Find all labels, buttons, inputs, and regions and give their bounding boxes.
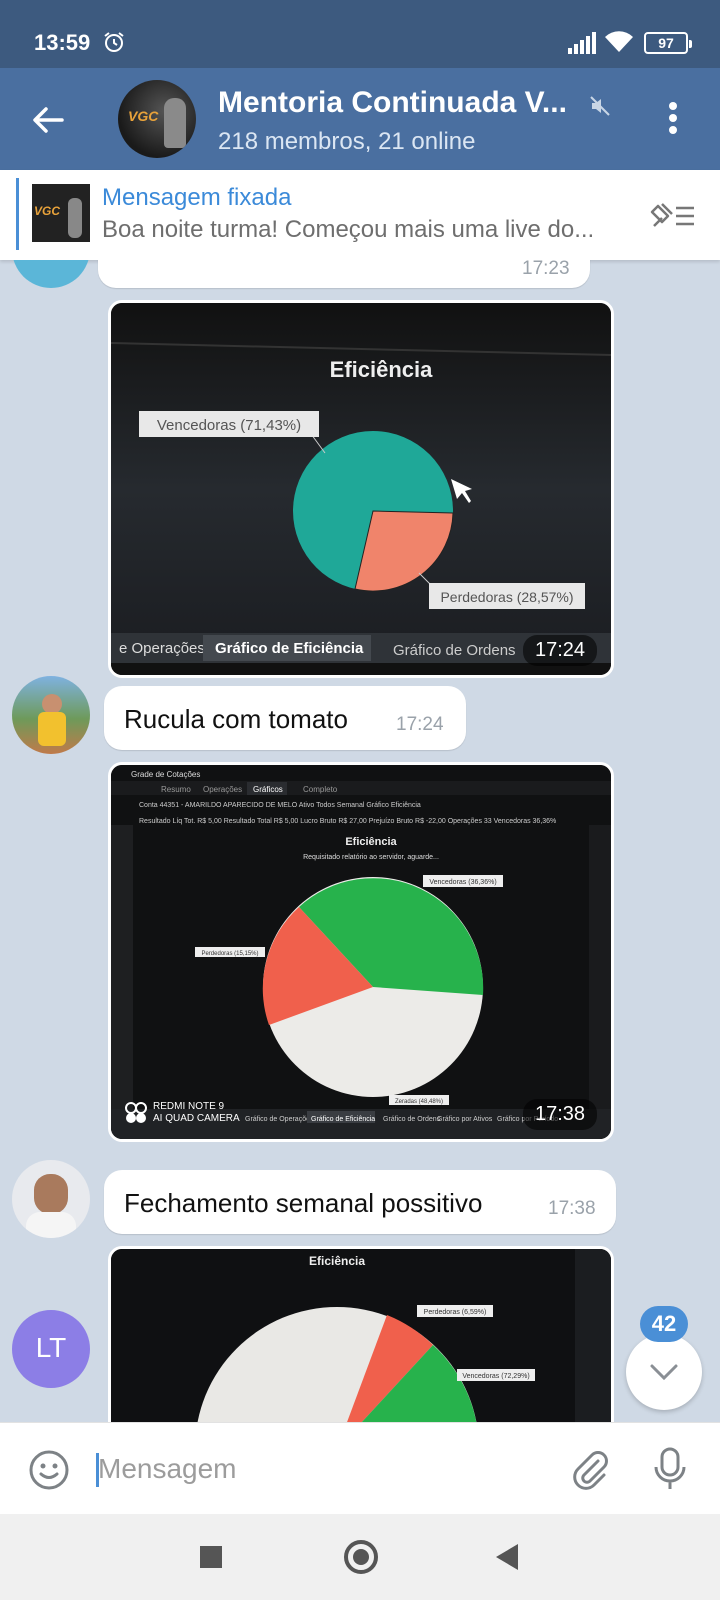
signal-icon: [568, 32, 596, 54]
label-winners: Vencedoras (36,36%): [429, 879, 496, 886]
pinned-text: Boa noite turma! Começou mais uma live d…: [102, 216, 595, 243]
home-button[interactable]: [344, 1540, 378, 1574]
pinned-message-bar[interactable]: VGC Mensagem fixada Boa noite turma! Com…: [0, 170, 720, 260]
window-title: Grade de Cotações: [131, 770, 200, 779]
chat-subtitle: 218 membros, 21 online: [218, 128, 476, 155]
label-losers: Perdedoras (6,59%): [424, 1309, 487, 1316]
message-text: Fechamento semanal possitivo: [124, 1188, 483, 1218]
avatar[interactable]: [12, 676, 90, 754]
watermark-camera: AI QUAD CAMERA: [153, 1113, 240, 1124]
tab-label: Gráfico de Ordens: [383, 1116, 441, 1123]
message-time: 17:38: [548, 1198, 596, 1219]
tab-label: e Operações: [119, 640, 205, 657]
status-time: 13:59: [34, 30, 91, 55]
avatar-initials: LT: [35, 1332, 67, 1363]
wifi-icon: [605, 31, 633, 52]
emoji-icon[interactable]: [28, 1449, 70, 1491]
label-winners: Vencedoras (72,29%): [462, 1373, 529, 1380]
chart-subtitle: Requisitado relatório ao servidor, aguar…: [303, 854, 439, 861]
filter-row: Conta 44351 - AMARILDO APARECIDO DE MELO…: [139, 802, 421, 809]
message-time: 17:23: [522, 260, 570, 279]
chart-photo-1: Eficiência Vencedoras (71,43%) Perdedora…: [111, 303, 611, 675]
photo-message[interactable]: Eficiência Vencedoras (71,43%) Perdedora…: [108, 300, 614, 678]
stats-row: Resultado Líq Tot. R$ 5,00 Resultado Tot…: [139, 818, 556, 825]
battery-indicator: 97: [644, 32, 692, 54]
thumb-person-figure: [68, 198, 82, 238]
avatar-initial: L: [12, 260, 90, 267]
pinned-thumbnail: VGC: [32, 184, 90, 242]
scroll-down-button[interactable]: [626, 1334, 702, 1410]
recent-apps-button[interactable]: [200, 1546, 222, 1568]
label-losers: Perdedoras (15,15%): [201, 951, 258, 957]
back-arrow-icon[interactable]: [30, 102, 66, 138]
tab-label: Resumo: [161, 785, 191, 794]
chart-photo-3: Eficiência Perdedoras (6,59%) Vencedoras…: [111, 1249, 611, 1422]
message-input-bar: [0, 1422, 720, 1514]
pinned-title: Mensagem fixada: [102, 184, 292, 211]
tab-label: Completo: [303, 785, 338, 794]
message-text: Rucula com tomato: [124, 704, 348, 734]
tab-label: Gráficos: [253, 785, 283, 794]
chat-area[interactable]: L 17:23 Eficiência Vencedoras (71,43%): [0, 260, 720, 1422]
label-zeroed: Zeradas (48,48%): [395, 1099, 443, 1105]
photo-time: 17:38: [523, 1099, 598, 1130]
tab-label: Gráfico de Operações: [245, 1116, 314, 1123]
label-losers: Perdedoras (28,57%): [440, 589, 573, 605]
tab-label: Gráfico por Ativos: [437, 1116, 493, 1123]
chart-title: Eficiência: [309, 1254, 365, 1268]
system-nav-bar: [0, 1514, 720, 1600]
chevron-down-icon: [650, 1364, 678, 1381]
watermark-model: REDMI NOTE 9: [153, 1101, 225, 1112]
unread-badge: 42: [640, 1306, 688, 1342]
attach-icon[interactable]: [568, 1447, 612, 1491]
group-avatar[interactable]: VGC: [118, 80, 196, 158]
group-avatar-logo: VGC: [128, 108, 159, 124]
photo-time: 17:24: [523, 635, 598, 666]
avatar-person-figure: [164, 98, 186, 148]
chart-photo-2: Grade de Cotações Resumo Operações Gráfi…: [111, 765, 611, 1139]
tab-label: Gráfico de Eficiência: [215, 640, 364, 657]
photo-message[interactable]: Eficiência Perdedoras (6,59%) Vencedoras…: [108, 1246, 614, 1422]
alarm-icon: [104, 32, 124, 52]
message-bubble[interactable]: Rucula com tomato 17:24: [104, 686, 466, 750]
mute-icon: [590, 96, 610, 116]
nav-back-button[interactable]: [496, 1544, 518, 1570]
status-bar: 13:59 97: [0, 0, 720, 68]
tab-label: Gráfico de Eficiência: [311, 1116, 375, 1123]
microphone-icon[interactable]: [652, 1447, 688, 1491]
chat-title[interactable]: Mentoria Continuada V...: [218, 86, 567, 120]
photo-message[interactable]: Grade de Cotações Resumo Operações Gráfi…: [108, 762, 614, 1142]
more-options-icon[interactable]: [668, 100, 678, 136]
message-input[interactable]: [98, 1449, 518, 1489]
pin-list-icon[interactable]: [648, 200, 698, 232]
chart-title: Eficiência: [345, 836, 397, 848]
pinned-thumb-logo: VGC: [34, 204, 61, 218]
message-bubble[interactable]: Fechamento semanal possitivo 17:38: [104, 1170, 616, 1234]
tab-label: Gráfico de Ordens: [393, 642, 516, 659]
message-bubble[interactable]: 17:23: [98, 260, 590, 288]
label-winners: Vencedoras (71,43%): [157, 417, 301, 434]
avatar[interactable]: LT: [12, 1310, 90, 1388]
tab-label: Operações: [203, 785, 242, 794]
chart-title: Eficiência: [330, 357, 433, 382]
chat-header: VGC Mentoria Continuada V... 218 membros…: [0, 68, 720, 170]
pinned-indicator: [16, 178, 19, 250]
message-time: 17:24: [396, 714, 444, 735]
avatar[interactable]: L: [12, 260, 90, 288]
avatar[interactable]: [12, 1160, 90, 1238]
